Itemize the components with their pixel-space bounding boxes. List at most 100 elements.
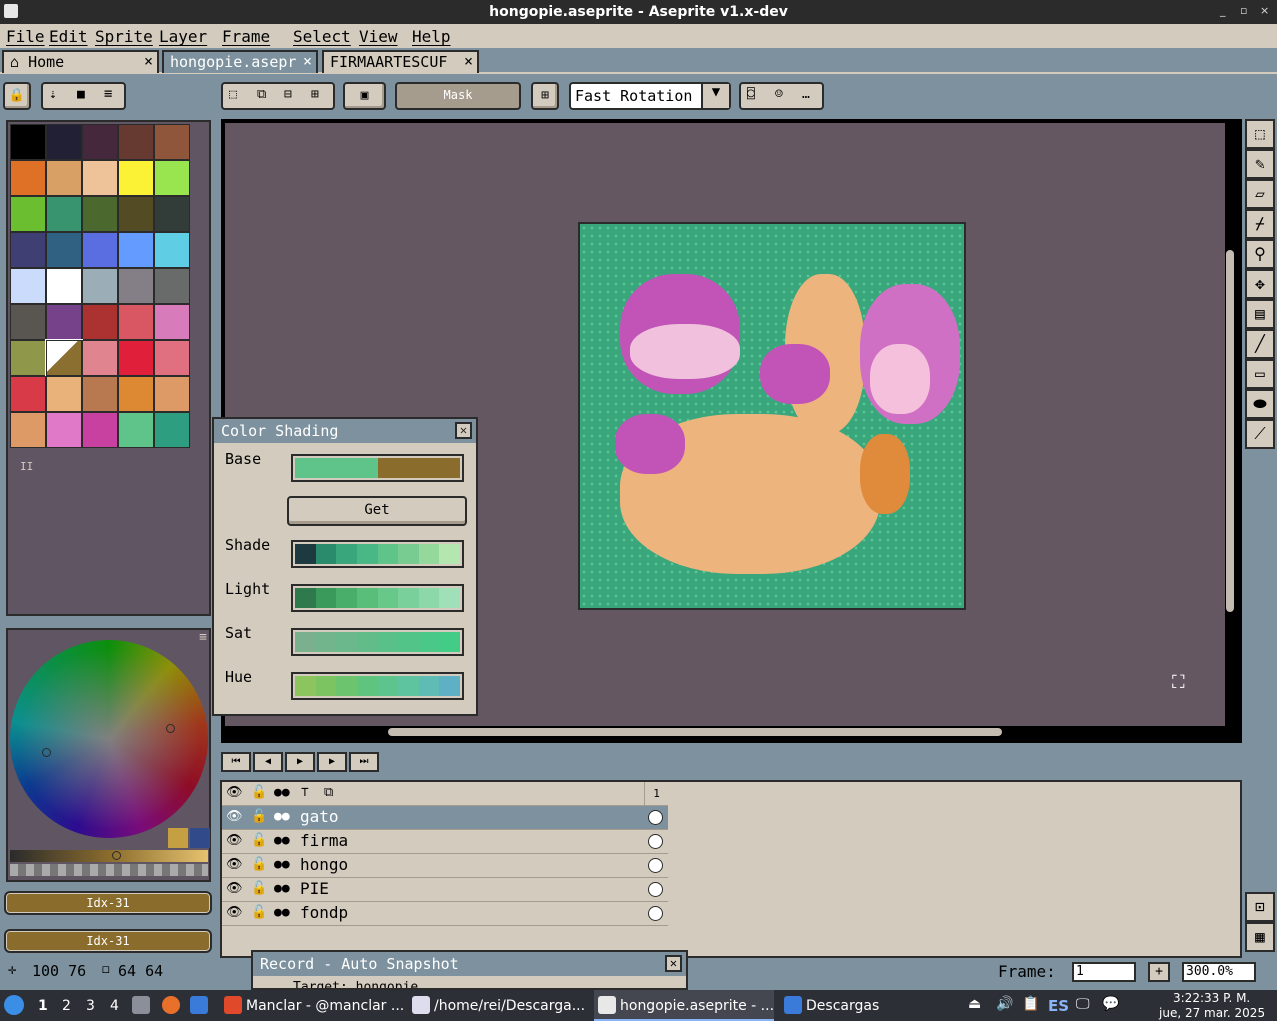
sprite-canvas[interactable] — [578, 222, 966, 610]
eye-icon[interactable]: 👁 — [226, 905, 243, 920]
line-icon[interactable]: ╱ — [1245, 329, 1275, 359]
task-manclar[interactable]: Manclar - @manclar ... — [246, 998, 404, 1014]
gradient-icon[interactable]: ▤ — [1245, 299, 1275, 329]
background-color-button[interactable]: Idx-31 — [4, 929, 212, 953]
rotation-algorithm-select[interactable]: Fast Rotation ▼ — [569, 82, 731, 110]
lock-icon[interactable]: 🔒 — [3, 82, 31, 110]
new-layer-icon[interactable]: ⧉ — [324, 785, 333, 800]
palette-swatch[interactable] — [154, 340, 190, 376]
palette-swatch[interactable] — [10, 412, 46, 448]
workspace-2[interactable]: 2 — [62, 998, 71, 1014]
volume-icon[interactable]: 🔊 — [996, 996, 1013, 1012]
expand-view-icon[interactable]: ⛶ — [1172, 672, 1185, 693]
close-icon[interactable]: ✕ — [665, 955, 682, 972]
foreground-color-button[interactable]: Idx-31 — [4, 891, 212, 915]
base-color-ramp[interactable] — [291, 454, 464, 482]
shade-swatch[interactable] — [377, 544, 399, 564]
shade-swatch[interactable] — [398, 544, 419, 564]
cel-dot[interactable] — [648, 810, 663, 825]
play-icon[interactable]: ▶ — [285, 752, 315, 772]
chevron-down-icon[interactable]: ▼ — [701, 84, 729, 108]
palette-swatch[interactable] — [154, 376, 190, 412]
close-button[interactable]: × — [1260, 4, 1269, 17]
cel-dot[interactable] — [648, 906, 663, 921]
layer-name[interactable]: gato — [300, 807, 339, 826]
palette-swatch[interactable] — [82, 340, 118, 376]
onion-dots-icon[interactable]: ●● — [274, 809, 290, 824]
menu-view[interactable]: View — [359, 27, 398, 46]
light-swatch[interactable] — [439, 588, 460, 608]
layer-row[interactable]: 👁 🔓 ●● fondp — [222, 902, 668, 926]
mask-color-button[interactable]: Mask — [395, 82, 521, 110]
palette-swatch[interactable] — [82, 268, 118, 304]
sat-swatch[interactable] — [295, 632, 316, 652]
base-color-1[interactable] — [295, 458, 378, 478]
palette-swatch[interactable] — [46, 304, 82, 340]
palette-swatch[interactable] — [45, 339, 83, 377]
shade-swatch[interactable] — [315, 544, 337, 564]
palette-swatch[interactable] — [82, 160, 118, 196]
move-icon[interactable]: ✥ — [1245, 269, 1275, 299]
menu-layer[interactable]: Layer — [159, 27, 207, 46]
close-tab-icon[interactable]: × — [144, 52, 153, 70]
wheel-options-icon[interactable]: ≡ — [199, 630, 207, 645]
menu-select[interactable]: Select — [293, 27, 351, 46]
sat-swatch[interactable] — [336, 632, 357, 652]
light-swatch[interactable] — [336, 588, 357, 608]
sat-swatch[interactable] — [418, 632, 440, 652]
onion-dots-icon[interactable]: ●● — [274, 833, 290, 848]
workspace-1[interactable]: 1 — [38, 998, 48, 1014]
intersect-selection-icon[interactable]: ⊞ — [311, 87, 319, 102]
cel-dot[interactable] — [648, 882, 663, 897]
lock-icon[interactable]: 🔓 — [251, 857, 267, 872]
rectangular-marquee-icon[interactable]: ⬚ — [1245, 119, 1275, 149]
sat-swatch[interactable] — [377, 632, 399, 652]
menu-file[interactable]: File — [6, 27, 45, 46]
clipboard-icon[interactable]: 📋 — [1022, 996, 1039, 1012]
palette-swatch[interactable] — [10, 196, 46, 232]
preset-icon[interactable]: ■ — [77, 87, 85, 102]
palette-swatch[interactable] — [118, 160, 154, 196]
tab-home[interactable]: ⌂ Home × — [2, 50, 159, 73]
desktop-icon[interactable] — [190, 996, 208, 1014]
light-swatch[interactable] — [356, 588, 378, 608]
palette-swatch[interactable] — [154, 124, 190, 160]
pencil-icon[interactable]: ✎ — [1245, 149, 1275, 179]
layer-name[interactable]: fondp — [300, 903, 348, 922]
cel-dot[interactable] — [648, 834, 663, 849]
shade-swatch[interactable] — [439, 544, 460, 564]
base-color-2[interactable] — [377, 458, 460, 478]
firefox-icon[interactable] — [162, 996, 180, 1014]
palette-swatch[interactable] — [118, 340, 154, 376]
palette-swatch[interactable] — [154, 268, 190, 304]
layer-row[interactable]: 👁 🔓 ●● hongo — [222, 854, 668, 878]
palette-swatch[interactable] — [46, 232, 82, 268]
shade-swatch[interactable] — [295, 544, 316, 564]
palette-swatch[interactable] — [82, 412, 118, 448]
menu-frame[interactable]: Frame — [222, 27, 270, 46]
sat-swatch[interactable] — [398, 632, 419, 652]
upload-icon[interactable]: ⏏ — [968, 996, 981, 1012]
palette-swatch[interactable] — [154, 196, 190, 232]
frame-input[interactable]: 1 — [1072, 962, 1136, 982]
snap-icon[interactable]: ☺ — [775, 87, 783, 102]
light-swatch[interactable] — [315, 588, 337, 608]
onion-dots-icon[interactable]: ●● — [274, 905, 290, 920]
palette-swatch[interactable] — [154, 160, 190, 196]
lock-icon[interactable]: 🔓 — [251, 809, 267, 824]
workspace-3[interactable]: 3 — [86, 998, 95, 1014]
palette-swatch[interactable] — [82, 196, 118, 232]
sat-swatch[interactable] — [356, 632, 378, 652]
light-swatch[interactable] — [377, 588, 399, 608]
onion-dots-icon[interactable]: ●● — [274, 881, 290, 896]
hue-swatch[interactable] — [377, 676, 399, 696]
hue-swatch[interactable] — [418, 676, 440, 696]
maximize-button[interactable]: ▫ — [1240, 4, 1247, 17]
alpha-slider[interactable] — [10, 864, 208, 876]
palette-swatch[interactable] — [10, 232, 46, 268]
task-descargas-path[interactable]: /home/rei/Descarga... — [434, 998, 585, 1014]
palette-swatch[interactable] — [118, 268, 154, 304]
add-selection-icon[interactable]: ⧉ — [257, 87, 266, 102]
close-tab-icon[interactable]: × — [303, 52, 312, 70]
palette-swatch[interactable] — [118, 232, 154, 268]
